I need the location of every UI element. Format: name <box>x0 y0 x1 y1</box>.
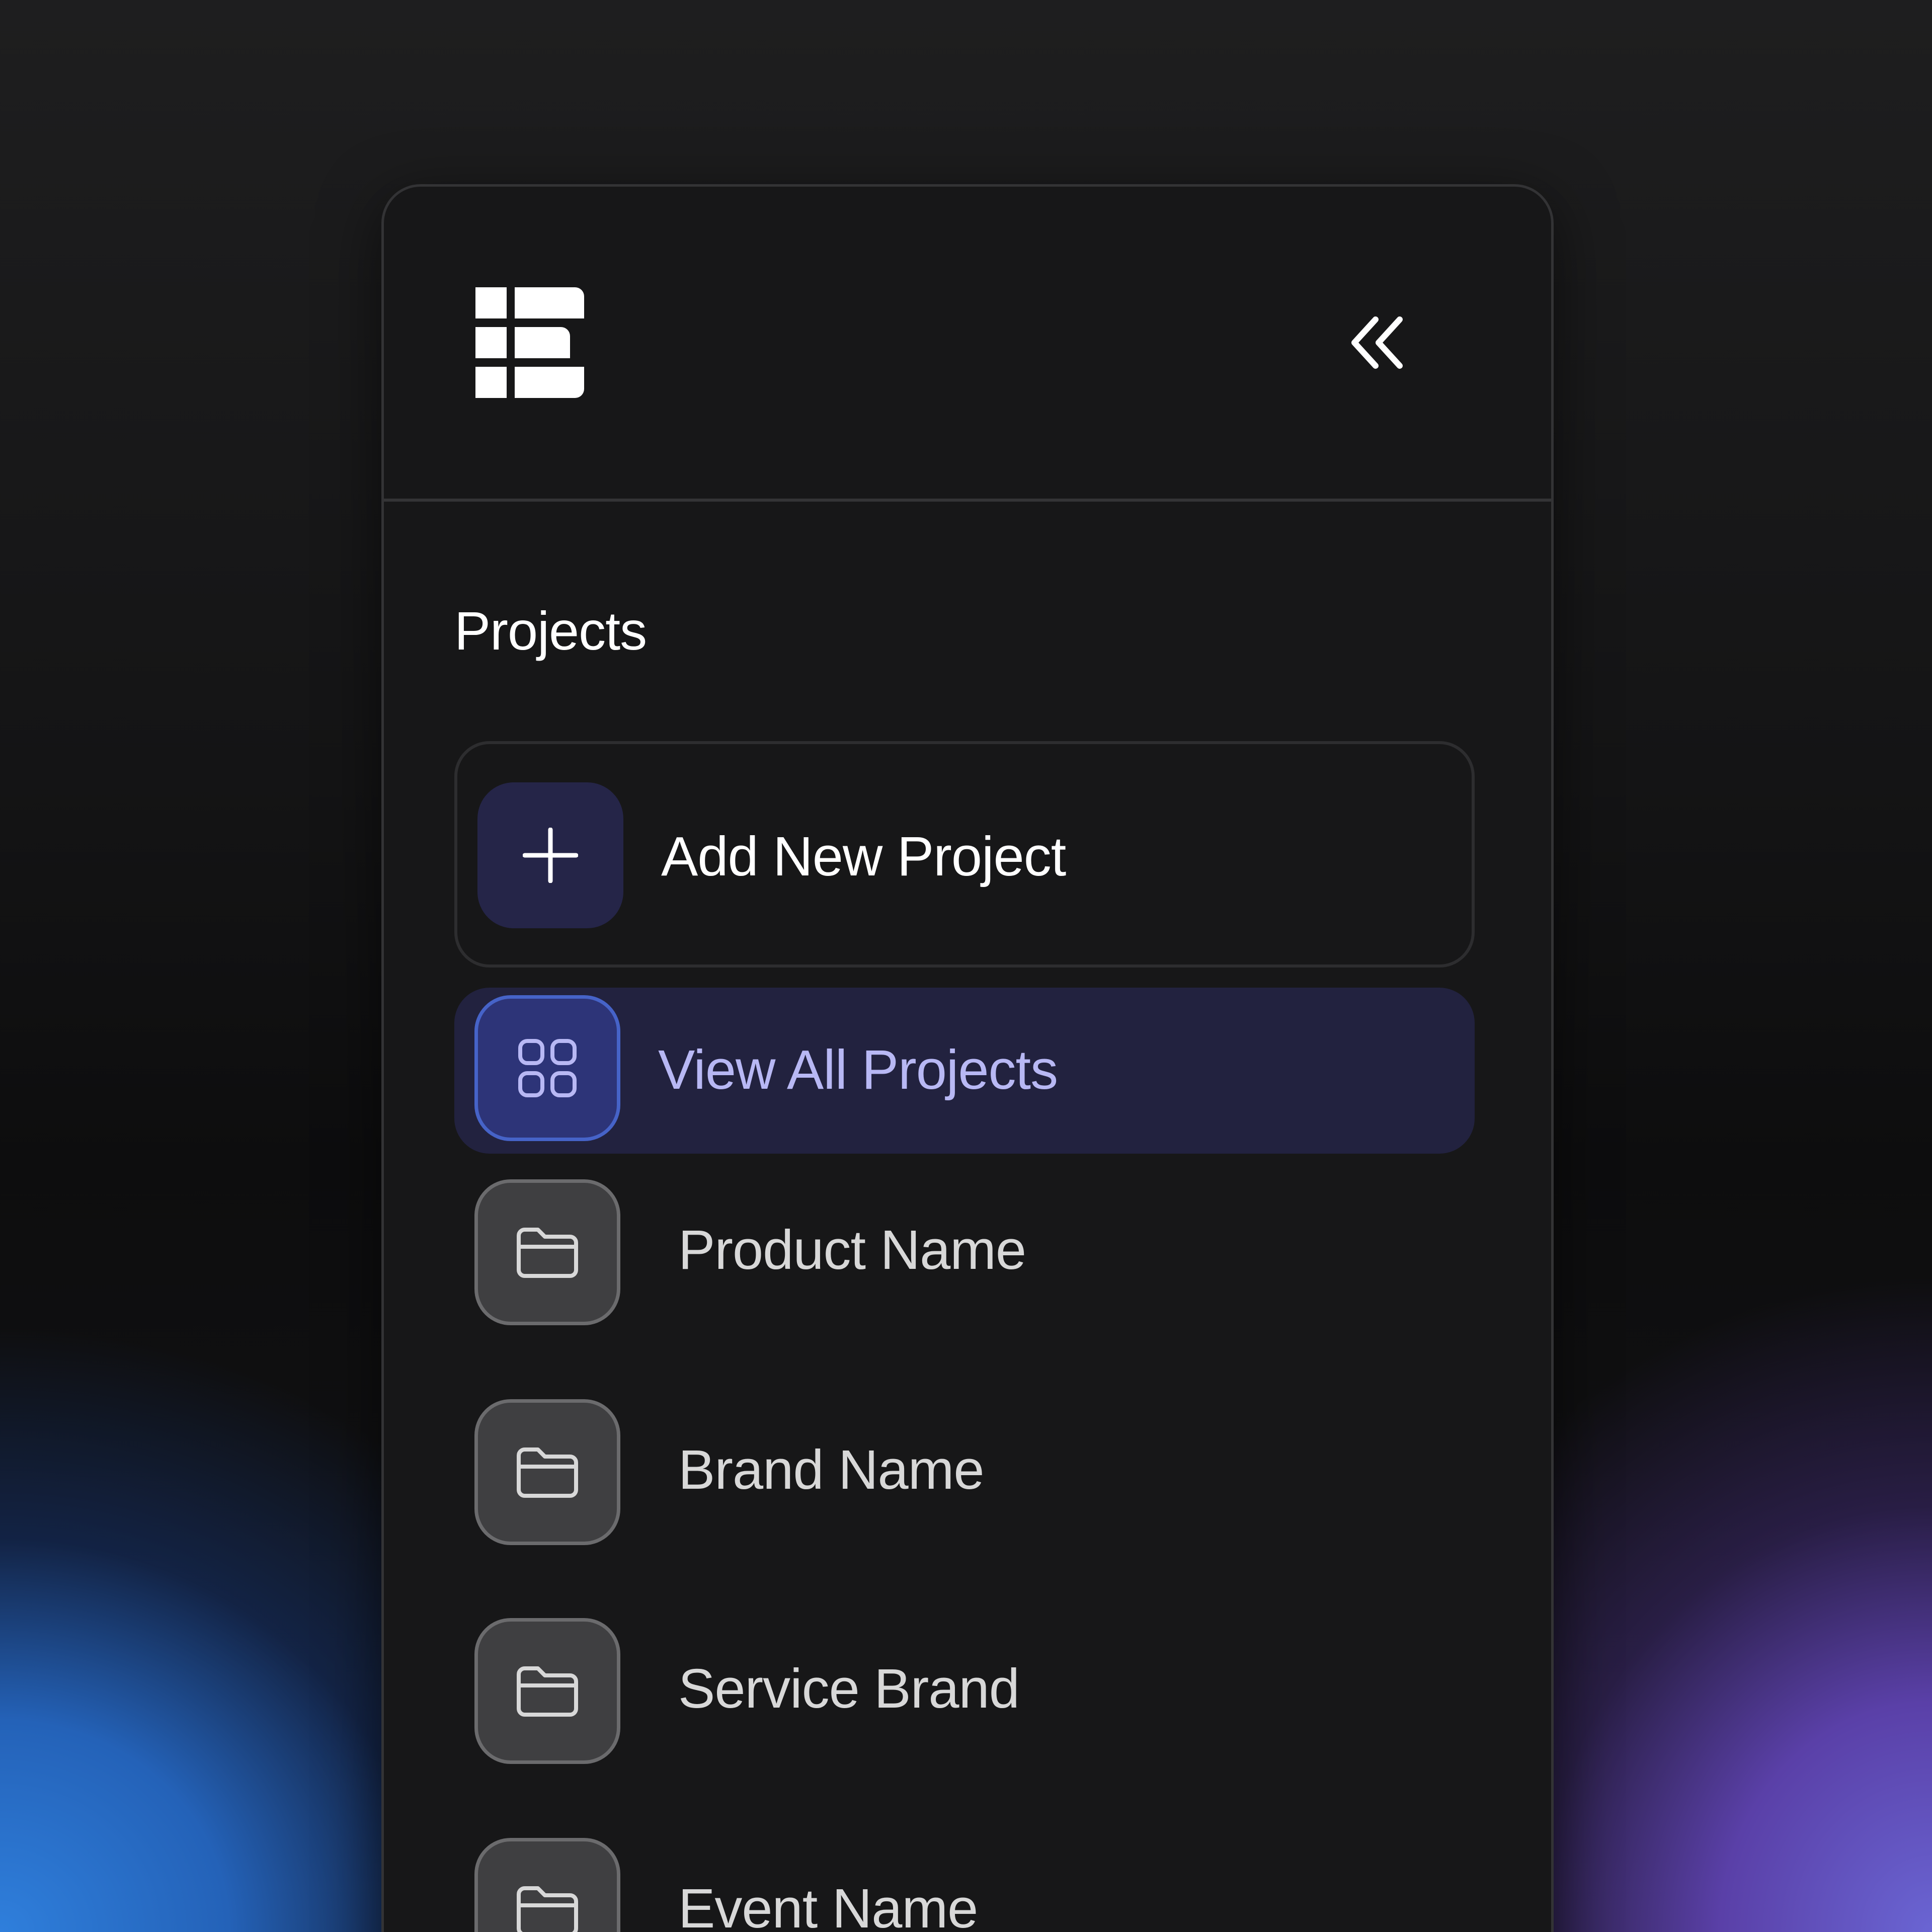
plus-icon <box>523 828 578 883</box>
folder-icon-tile <box>474 1399 620 1545</box>
sidebar-item-event-name[interactable]: Event Name <box>454 1835 1475 1932</box>
folder-icon <box>517 1666 578 1717</box>
collapse-sidebar-button[interactable] <box>1342 307 1413 378</box>
stacked-bars-logo-icon <box>475 287 584 398</box>
sidebar-item-service-brand[interactable]: Service Brand <box>454 1616 1475 1766</box>
folder-icon-tile <box>474 1618 620 1764</box>
folder-icon-tile <box>474 1179 620 1325</box>
section-title: Projects <box>454 600 647 661</box>
sidebar-item-product-name[interactable]: Product Name <box>454 1177 1475 1328</box>
sidebar-header <box>384 187 1551 502</box>
folder-icon <box>517 1886 578 1932</box>
project-label: Service Brand <box>678 1658 1020 1720</box>
grid-icon <box>518 1039 577 1097</box>
view-all-icon-tile <box>474 995 620 1141</box>
project-label: Event Name <box>678 1878 978 1932</box>
add-project-icon-tile <box>477 782 623 928</box>
add-project-label: Add New Project <box>661 826 1066 888</box>
folder-icon <box>517 1447 578 1498</box>
add-new-project-button[interactable]: Add New Project <box>454 741 1475 968</box>
projects-sidebar-panel: Projects Add New Project View All Projec… <box>381 184 1554 1932</box>
project-label: Product Name <box>678 1219 1026 1281</box>
view-all-label: View All Projects <box>658 1039 1058 1101</box>
view-all-projects-item[interactable]: View All Projects <box>454 988 1475 1154</box>
sidebar-item-brand-name[interactable]: Brand Name <box>454 1397 1475 1548</box>
folder-icon <box>517 1228 578 1278</box>
project-label: Brand Name <box>678 1439 985 1501</box>
folder-icon-tile <box>474 1838 620 1932</box>
chevrons-left-icon <box>1351 316 1403 369</box>
